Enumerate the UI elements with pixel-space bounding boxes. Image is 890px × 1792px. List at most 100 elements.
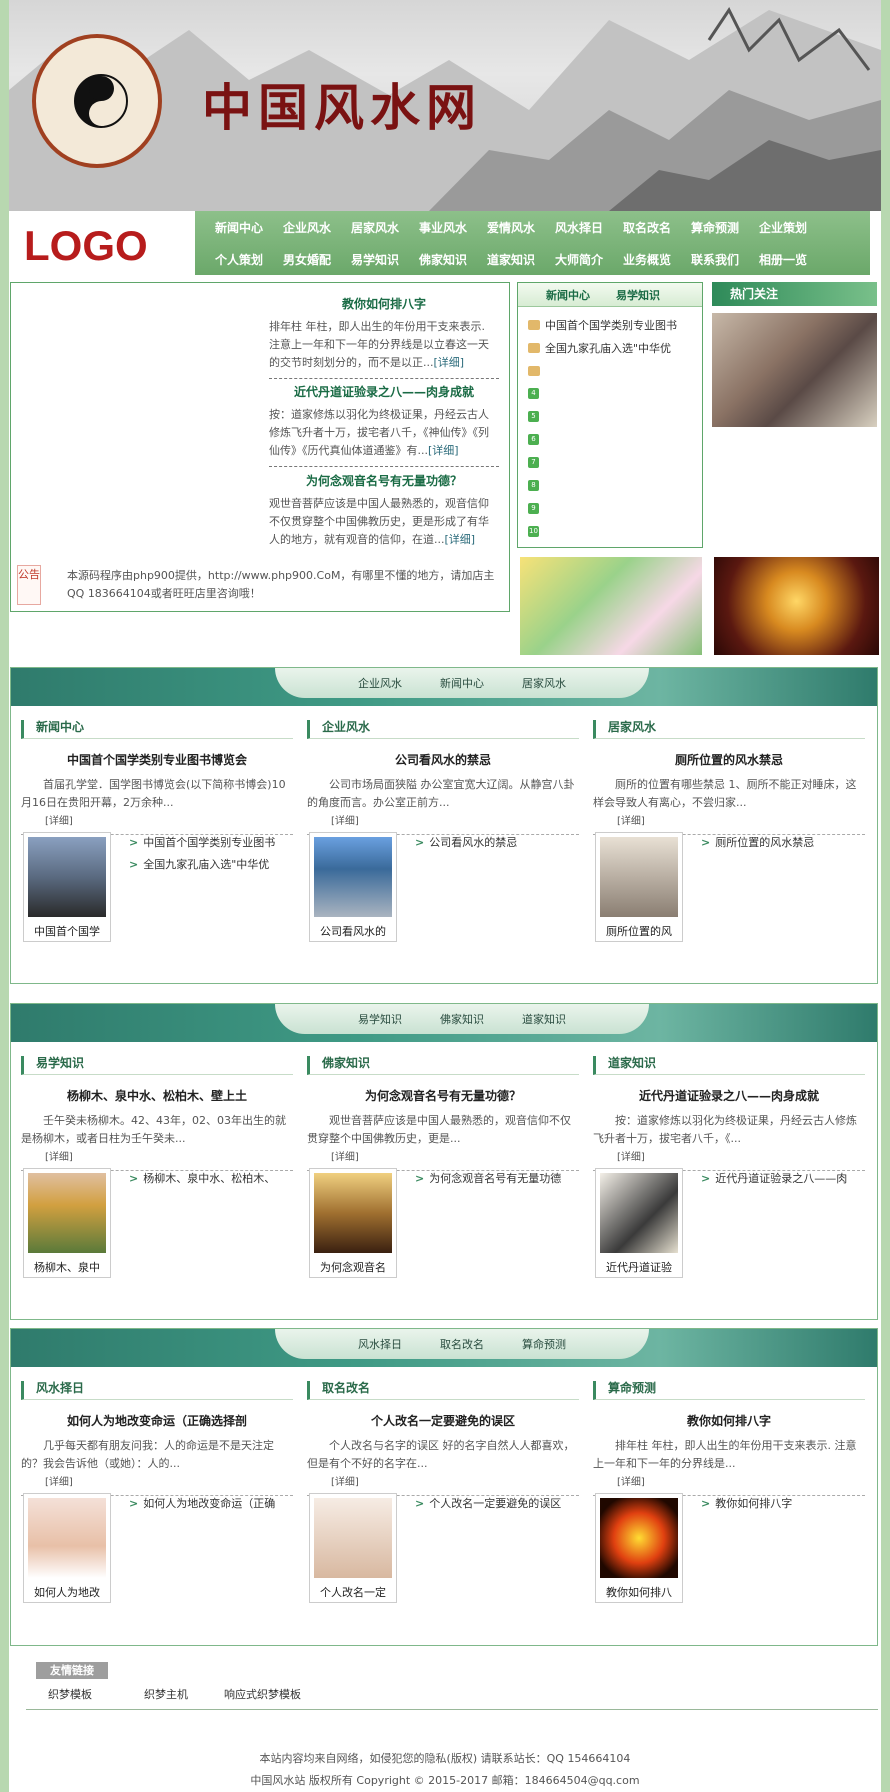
article-link[interactable]: 公司看风水的禁忌 — [415, 832, 517, 854]
nav-item[interactable]: 道家知识 — [487, 251, 555, 268]
article-link[interactable]: 近代丹道证验录之八——肉 — [701, 1168, 847, 1190]
more-link[interactable]: [详细] — [434, 356, 465, 369]
column-article-title[interactable]: 如何人为地改变命运（正确选择剖 — [21, 1412, 293, 1429]
column-article-title[interactable]: 个人改名一定要避免的误区 — [307, 1412, 579, 1429]
article-thumbnail[interactable]: 教你如何排八 — [595, 1493, 683, 1603]
column-article-title[interactable]: 近代丹道证验录之八——肉身成就 — [593, 1087, 865, 1104]
nav-item[interactable]: 算命预测 — [691, 219, 759, 236]
column-heading[interactable]: 易学知识 — [21, 1056, 293, 1075]
article-thumbnail[interactable]: 为何念观音名 — [309, 1168, 397, 1278]
nav-item[interactable]: 男女婚配 — [283, 251, 351, 268]
column-article-title[interactable]: 中国首个国学类别专业图书博览会 — [21, 751, 293, 768]
more-link[interactable]: [详细] — [593, 1148, 865, 1166]
section-tab[interactable]: 新闻中心 — [440, 675, 484, 691]
more-link[interactable]: [详细] — [445, 533, 476, 546]
nav-item[interactable]: 易学知识 — [351, 251, 419, 268]
article-link[interactable]: 全国九家孔庙入选"中华优 — [129, 854, 275, 876]
article-link[interactable]: 杨柳木、泉中水、松柏木、 — [129, 1168, 275, 1190]
more-link[interactable]: [详细] — [593, 1473, 865, 1491]
list-item-text: 全国九家孔庙入选"中华优 — [545, 341, 672, 355]
article-link[interactable]: 为何念观音名号有无量功德 — [415, 1168, 561, 1190]
notice-bar: 公告 本源码程序由php900提供，http://www.php900.CoM，… — [17, 561, 505, 607]
tab-news-center[interactable]: 新闻中心 — [546, 287, 590, 303]
article-thumbnail[interactable]: 如何人为地改 — [23, 1493, 111, 1603]
column-heading[interactable]: 道家知识 — [593, 1056, 865, 1075]
list-item[interactable]: 8 — [528, 474, 702, 497]
article-thumbnail[interactable]: 中国首个国学 — [23, 832, 111, 942]
list-item[interactable] — [528, 359, 702, 382]
column-heading[interactable]: 风水择日 — [21, 1381, 293, 1400]
section-tab[interactable]: 易学知识 — [358, 1011, 402, 1027]
more-link[interactable]: [详细] — [593, 812, 865, 830]
list-item[interactable]: 中国首个国学类别专业图书 — [528, 313, 702, 336]
friend-link[interactable]: 响应式织梦模板 — [224, 1686, 301, 1702]
buddha-image[interactable] — [714, 557, 879, 655]
nav-item[interactable]: 企业风水 — [283, 219, 351, 236]
nav-item[interactable]: 大师简介 — [555, 251, 623, 268]
section-tab[interactable]: 佛家知识 — [440, 1011, 484, 1027]
nav-item[interactable]: 联系我们 — [691, 251, 759, 268]
nav-item[interactable]: 风水择日 — [555, 219, 623, 236]
article-thumbnail[interactable]: 个人改名一定 — [309, 1493, 397, 1603]
nav-item[interactable]: 新闻中心 — [215, 219, 283, 236]
column-article-title[interactable]: 杨柳木、泉中水、松柏木、壁上土 — [21, 1087, 293, 1104]
friend-link[interactable]: 织梦模板 — [48, 1686, 92, 1702]
section-tab[interactable]: 取名改名 — [440, 1336, 484, 1352]
list-item[interactable]: 全国九家孔庙入选"中华优 — [528, 336, 702, 359]
list-item[interactable]: 6 — [528, 428, 702, 451]
nav-item[interactable]: 业务概览 — [623, 251, 691, 268]
article-thumbnail[interactable]: 杨柳木、泉中 — [23, 1168, 111, 1278]
nav-item[interactable]: 相册一览 — [759, 251, 827, 268]
column-heading[interactable]: 居家风水 — [593, 720, 865, 739]
more-link[interactable]: [详细] — [21, 1148, 293, 1166]
friend-link[interactable]: 织梦主机 — [144, 1686, 188, 1702]
guanyin-image[interactable] — [520, 557, 702, 655]
more-link[interactable]: [详细] — [307, 1473, 579, 1491]
nav-item[interactable]: 居家风水 — [351, 219, 419, 236]
column-article-title[interactable]: 厕所位置的风水禁忌 — [593, 751, 865, 768]
nav-item[interactable]: 佛家知识 — [419, 251, 487, 268]
article-link[interactable]: 教你如何排八字 — [701, 1493, 792, 1515]
section-tab[interactable]: 道家知识 — [522, 1011, 566, 1027]
more-link[interactable]: [详细] — [21, 812, 293, 830]
list-item[interactable]: 7 — [528, 451, 702, 474]
logo[interactable]: LOGO — [24, 222, 148, 270]
nav-item[interactable]: 事业风水 — [419, 219, 487, 236]
section-tab[interactable]: 居家风水 — [522, 675, 566, 691]
column-article-title[interactable]: 教你如何排八字 — [593, 1412, 865, 1429]
more-link[interactable]: [详细] — [428, 444, 459, 457]
column-article-title[interactable]: 公司看风水的禁忌 — [307, 751, 579, 768]
column-heading[interactable]: 企业风水 — [307, 720, 579, 739]
column-heading[interactable]: 算命预测 — [593, 1381, 865, 1400]
more-link[interactable]: [详细] — [21, 1473, 293, 1491]
section-tab[interactable]: 风水择日 — [358, 1336, 402, 1352]
article-thumbnail[interactable]: 厕所位置的风 — [595, 832, 683, 942]
list-item[interactable]: 10 — [528, 520, 702, 543]
article-title[interactable]: 近代丹道证验录之八——肉身成就 — [269, 383, 499, 400]
more-link[interactable]: [详细] — [307, 812, 579, 830]
more-link[interactable]: [详细] — [307, 1148, 579, 1166]
article-link[interactable]: 个人改名一定要避免的误区 — [415, 1493, 561, 1515]
list-item[interactable]: 9 — [528, 497, 702, 520]
column-heading[interactable]: 佛家知识 — [307, 1056, 579, 1075]
article-link[interactable]: 厕所位置的风水禁忌 — [701, 832, 814, 854]
nav-item[interactable]: 企业策划 — [759, 219, 827, 236]
section-tab[interactable]: 算命预测 — [522, 1336, 566, 1352]
section-tab[interactable]: 企业风水 — [358, 675, 402, 691]
article-thumbnail[interactable]: 公司看风水的 — [309, 832, 397, 942]
hot-image[interactable] — [712, 313, 877, 427]
nav-item[interactable]: 爱情风水 — [487, 219, 555, 236]
tab-yixue[interactable]: 易学知识 — [616, 287, 660, 303]
nav-item[interactable]: 取名改名 — [623, 219, 691, 236]
article-link[interactable]: 中国首个国学类别专业图书 — [129, 832, 275, 854]
article-link[interactable]: 如何人为地改变命运（正确 — [129, 1493, 275, 1515]
article-title[interactable]: 为何念观音名号有无量功德？ — [269, 472, 499, 489]
article-title[interactable]: 教你如何排八字 — [269, 295, 499, 312]
column-heading[interactable]: 新闻中心 — [21, 720, 293, 739]
list-item[interactable]: 5 — [528, 405, 702, 428]
article-thumbnail[interactable]: 近代丹道证验 — [595, 1168, 683, 1278]
column-heading[interactable]: 取名改名 — [307, 1381, 579, 1400]
nav-item[interactable]: 个人策划 — [215, 251, 283, 268]
list-item[interactable]: 4 — [528, 382, 702, 405]
column-article-title[interactable]: 为何念观音名号有无量功德？ — [307, 1087, 579, 1104]
